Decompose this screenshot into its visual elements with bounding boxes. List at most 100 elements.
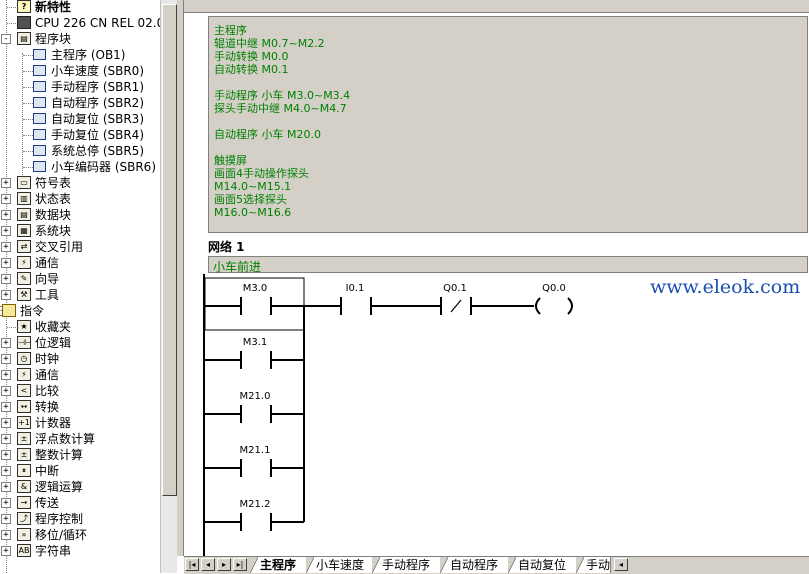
cpu-icon	[17, 16, 31, 29]
tree-item[interactable]: ? 新特性	[0, 0, 160, 15]
tree-branch-line	[23, 87, 33, 88]
tree-item[interactable]: 小车编码器 (SBR6)	[0, 159, 160, 175]
ladder-diagram[interactable]: M3.0 I0.1 Q0.1 Q0.0 M3.1 M21.0 M21.1 M21.2	[184, 274, 809, 556]
contact-address: I0.1	[346, 283, 365, 294]
tree-item[interactable]: + ⚡ 通信	[0, 255, 160, 271]
move-icon: →	[17, 496, 31, 509]
expand-icon[interactable]: +	[1, 514, 11, 524]
editor-splitter[interactable]	[177, 0, 184, 556]
tree-item[interactable]: + ▦ 系统块	[0, 223, 160, 239]
tree-item[interactable]: + ⤴ 程序控制	[0, 511, 160, 527]
tree-item[interactable]: + ◷ 时钟	[0, 351, 160, 367]
logic-op-icon: &	[17, 480, 31, 493]
expand-icon[interactable]: +	[1, 546, 11, 556]
expand-icon[interactable]: +	[1, 354, 11, 364]
comment-line: 自动转换 M0.1	[214, 63, 289, 76]
sub-icon	[33, 65, 46, 76]
tree-item[interactable]: + ⇄ 交叉引用	[0, 239, 160, 255]
tree-item[interactable]: 自动程序 (SBR2)	[0, 95, 160, 111]
expand-icon[interactable]: +	[1, 194, 11, 204]
last-tab-button[interactable]: ▸|	[233, 558, 247, 571]
tree-item[interactable]: + ↔ 转换	[0, 399, 160, 415]
expand-icon[interactable]: +	[1, 450, 11, 460]
tree-item[interactable]: + » 移位/循环	[0, 527, 160, 543]
tree-item[interactable]: + ⊣⊢ 位逻辑	[0, 335, 160, 351]
prev-tab-button[interactable]: ◂	[201, 558, 215, 571]
network-comment-text: 小车前进	[213, 260, 262, 274]
tree-branch-line	[7, 23, 16, 24]
tab-label: 手动	[586, 558, 611, 572]
tree-item[interactable]: CPU 226 CN REL 02.01	[0, 15, 160, 31]
tree-item[interactable]: + ± 整数计算	[0, 447, 160, 463]
contact-address: Q0.1	[443, 283, 467, 294]
tree-scrollbar-thumb[interactable]	[162, 4, 177, 496]
tab-program[interactable]: 自动复位	[508, 557, 577, 573]
tree-item[interactable]: + ✎ 向导	[0, 271, 160, 287]
expand-icon[interactable]: +	[1, 226, 11, 236]
expand-icon[interactable]: +	[1, 530, 11, 540]
tree-branch-line	[7, 327, 16, 328]
tree-item[interactable]: 系统总停 (SBR5)	[0, 143, 160, 159]
tree-item[interactable]: 主程序 (OB1)	[0, 47, 160, 63]
tab-program[interactable]: 自动程序	[440, 557, 509, 573]
tree-item[interactable]: + → 传送	[0, 495, 160, 511]
tree-item-label: 程序块	[35, 32, 72, 46]
tab-program[interactable]: 手动程序	[372, 557, 441, 573]
tree-item-label: CPU 226 CN REL 02.01	[35, 16, 160, 30]
tree-item[interactable]: 手动程序 (SBR1)	[0, 79, 160, 95]
tree-item[interactable]: + ▭ 符号表	[0, 175, 160, 191]
expand-icon[interactable]: +	[1, 482, 11, 492]
expand-icon[interactable]: +	[1, 434, 11, 444]
expand-icon[interactable]: +	[1, 178, 11, 188]
tree-item[interactable]: ★ 收藏夹	[0, 319, 160, 335]
nc-slash	[450, 299, 462, 313]
program-comment[interactable]: 主程序 辊道中继 M0.7~M2.2 手动转换 M0.0 自动转换 M0.1 手动程序 …	[208, 16, 808, 233]
contact-address: M3.0	[243, 283, 268, 294]
tree-item[interactable]: 自动复位 (SBR3)	[0, 111, 160, 127]
collapse-icon[interactable]: -	[1, 34, 11, 44]
expand-icon[interactable]: +	[1, 274, 11, 284]
tree-item-label: 逻辑运算	[35, 480, 84, 494]
tree-item[interactable]: + & 逻辑运算	[0, 479, 160, 495]
expand-icon[interactable]: +	[1, 258, 11, 268]
expand-icon[interactable]: +	[1, 370, 11, 380]
coil-right	[567, 297, 573, 315]
tree-item[interactable]: + +1 计数器	[0, 415, 160, 431]
tab-program[interactable]: 小车速度	[306, 557, 373, 573]
expand-icon[interactable]: +	[1, 242, 11, 252]
expand-icon[interactable]: +	[1, 402, 11, 412]
tree-item-label: 传送	[35, 496, 60, 510]
expand-icon[interactable]: +	[1, 210, 11, 220]
tab-scroll-left-button[interactable]: ◂	[614, 558, 628, 571]
expand-icon[interactable]: +	[1, 338, 11, 348]
tree-item[interactable]: + ⚡ 通信	[0, 367, 160, 383]
tree-item[interactable]: +指令	[0, 303, 160, 319]
network-comment[interactable]: 小车前进	[208, 256, 808, 274]
tree-item[interactable]: + ▤ 数据块	[0, 207, 160, 223]
program-editor: 主程序 辊道中继 M0.7~M2.2 手动转换 M0.0 自动转换 M0.1 手动程序 …	[184, 0, 809, 556]
next-tab-button[interactable]: ▸	[217, 558, 231, 571]
tree-item[interactable]: + ⚒ 工具	[0, 287, 160, 303]
tree-item-label: 自动复位 (SBR3)	[51, 112, 145, 126]
first-tab-button[interactable]: |◂	[185, 558, 199, 571]
tree-scrollbar[interactable]	[160, 0, 177, 573]
tree-item[interactable]: + ▥ 状态表	[0, 191, 160, 207]
tree-item[interactable]: + < 比较	[0, 383, 160, 399]
contact-address: M21.2	[240, 499, 271, 510]
tree-item[interactable]: 小车速度 (SBR0)	[0, 63, 160, 79]
tree-item[interactable]: + AB 字符串	[0, 543, 160, 559]
tree-item[interactable]: + ⏸ 中断	[0, 463, 160, 479]
expand-icon[interactable]: +	[1, 418, 11, 428]
expand-icon[interactable]: +	[1, 466, 11, 476]
tree-item[interactable]: + ± 浮点数计算	[0, 431, 160, 447]
tab-program[interactable]: 主程序	[250, 557, 307, 573]
expand-icon[interactable]: +	[1, 386, 11, 396]
comment-line: 画面5选择探头	[214, 193, 287, 206]
tree-item[interactable]: 手动复位 (SBR4)	[0, 127, 160, 143]
string-icon: AB	[17, 544, 31, 557]
tab-program[interactable]: 手动	[576, 557, 611, 573]
expand-icon[interactable]: +	[1, 290, 11, 300]
expand-icon[interactable]: +	[1, 498, 11, 508]
tree-item[interactable]: - ▤ 程序块	[0, 31, 160, 47]
interrupt-icon: ⏸	[17, 464, 31, 477]
